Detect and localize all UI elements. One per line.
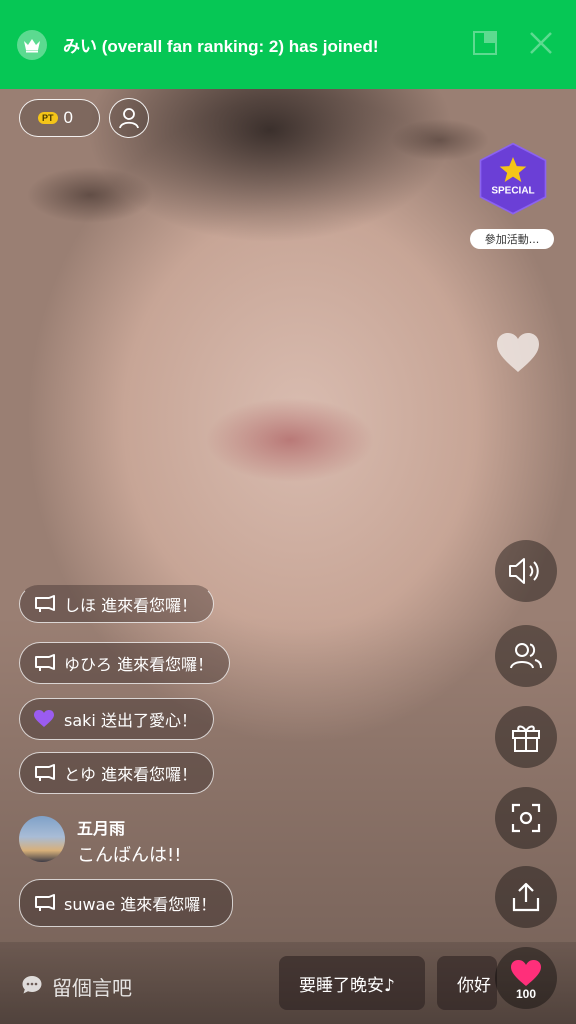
- comment-text: こんばんは!!: [77, 845, 182, 866]
- chat-item-join: ゆひろ 進來看您囉！: [19, 642, 231, 684]
- gift-icon: [512, 725, 540, 752]
- join-notification-text: みい (overall fan ranking: 2) has joined!: [63, 37, 379, 56]
- heart-icon: [34, 710, 56, 728]
- close-icon: [530, 32, 552, 54]
- screenshot-button[interactable]: [495, 787, 557, 849]
- like-button[interactable]: 100: [495, 947, 557, 1009]
- crown-icon: [17, 29, 47, 60]
- avatar[interactable]: [19, 816, 65, 862]
- chat-item-join: suwae 進來看您囉！: [19, 879, 234, 927]
- volume-button[interactable]: [495, 540, 557, 602]
- comment-input[interactable]: 留個言吧: [52, 972, 132, 1001]
- chat-item-text: とゆ 進來看您囉！: [64, 765, 198, 784]
- comment-author[interactable]: 五月雨: [77, 815, 125, 839]
- viewers-button[interactable]: [495, 625, 557, 687]
- comment-icon: [22, 976, 42, 994]
- special-badge-text: SPECIAL: [491, 186, 534, 197]
- megaphone-icon: [34, 764, 56, 782]
- pt-badge: PT: [38, 112, 58, 124]
- person-icon: [119, 108, 139, 129]
- megaphone-icon: [34, 894, 56, 912]
- chat-item-heart: saki 送出了愛心！: [19, 698, 214, 740]
- chat-item-join: とゆ 進來看您囉！: [19, 752, 215, 794]
- like-count: 100: [515, 987, 537, 1001]
- gift-button[interactable]: [495, 706, 557, 768]
- chat-item-text: しほ 進來看您囉！: [64, 596, 198, 615]
- banner-hidden-controls: [472, 30, 554, 56]
- floating-heart-icon: [497, 333, 539, 372]
- viewers-icon: [510, 643, 542, 669]
- megaphone-icon: [34, 654, 56, 672]
- quick-reply-button[interactable]: 你好: [437, 956, 497, 1010]
- chat-item-join: しほ 進來看您囉！: [19, 585, 215, 623]
- profile-button[interactable]: [109, 98, 149, 138]
- share-button[interactable]: [495, 866, 557, 928]
- chat-item-text: saki 送出了愛心！: [64, 711, 197, 730]
- chat-item-text: suwae 進來看您囉！: [64, 895, 217, 914]
- points-value: 0: [63, 108, 73, 127]
- chat-item-text: ゆひろ 進來看您囉！: [64, 655, 214, 674]
- screenshot-icon: [511, 803, 541, 833]
- share-icon: [512, 882, 540, 912]
- special-event-label[interactable]: 參加活動...: [470, 229, 554, 249]
- heart-icon: [511, 960, 541, 986]
- speaker-icon: [509, 558, 539, 584]
- quick-reply-button[interactable]: 要睡了晚安♪: [279, 956, 425, 1010]
- special-event-badge[interactable]: SPECIAL: [470, 142, 556, 232]
- minimize-icon: [473, 31, 497, 55]
- megaphone-icon: [34, 595, 56, 613]
- join-notification-banner: みい (overall fan ranking: 2) has joined!: [0, 0, 576, 89]
- points-pill[interactable]: PT 0: [19, 99, 100, 137]
